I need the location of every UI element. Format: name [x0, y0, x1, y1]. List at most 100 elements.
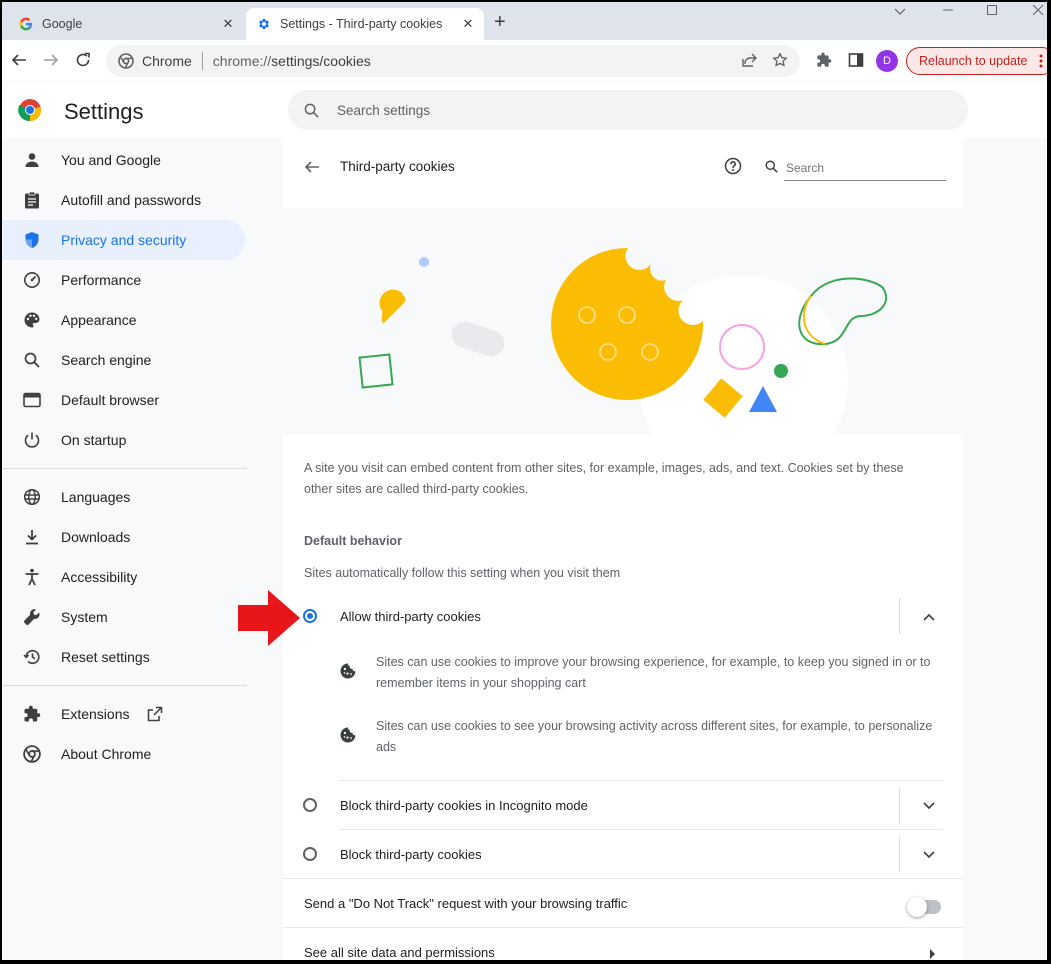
sidebar-item-appearance[interactable]: Appearance [2, 300, 248, 340]
relaunch-to-update-button[interactable]: Relaunch to update [906, 47, 1047, 75]
sidebar-item-label: You and Google [61, 152, 161, 168]
cookie-icon [339, 726, 357, 751]
subpage-search-input[interactable] [784, 156, 946, 181]
chevron-down-icon[interactable] [923, 798, 935, 813]
option-allow-third-party-cookies[interactable]: Allow third-party cookies [283, 592, 963, 640]
close-tab-icon[interactable]: ✕ [218, 16, 238, 32]
back-arrow-icon[interactable] [304, 159, 320, 180]
chrome-logo-icon [18, 98, 42, 127]
sidebar-item-label: System [61, 609, 108, 625]
subpage-title: Third-party cookies [340, 159, 455, 174]
sidebar-item-label: Extensions [61, 706, 130, 722]
site-chip[interactable]: Chrome [118, 53, 192, 69]
back-arrow-icon[interactable] [9, 50, 29, 70]
option-label: Block third-party cookies in Incognito m… [340, 797, 588, 813]
settings-header: Settings [2, 82, 1047, 138]
minimize-icon[interactable] [942, 4, 954, 19]
option-label: Block third-party cookies [340, 846, 482, 862]
do-not-track-label: Send a "Do Not Track" request with your … [304, 895, 628, 911]
option-label: Allow third-party cookies [340, 608, 481, 624]
sidebar-item-system[interactable]: System [2, 597, 248, 637]
sidebar-item-autofill[interactable]: Autofill and passwords [2, 180, 248, 220]
sidebar-item-accessibility[interactable]: Accessibility [2, 557, 248, 597]
new-tab-icon[interactable]: + [494, 11, 506, 34]
radio-allow[interactable] [303, 609, 317, 623]
sidebar-item-label: Default browser [61, 392, 160, 408]
close-tab-icon[interactable]: ✕ [458, 16, 478, 32]
sidebar-item-about-chrome[interactable]: About Chrome [2, 734, 248, 774]
subpage-header: Third-party cookies [283, 138, 963, 194]
more-vert-icon [1039, 54, 1043, 71]
url-path: settings/cookies [271, 53, 371, 69]
share-icon[interactable] [742, 52, 758, 71]
sidebar-divider [2, 685, 247, 686]
window-menu-chevron-icon[interactable] [894, 4, 906, 19]
history-icon [22, 647, 42, 667]
settings-search-input[interactable] [335, 101, 939, 119]
tab-google[interactable]: Google ✕ [8, 8, 244, 40]
radio-block-incognito[interactable] [303, 798, 317, 812]
sidebar-item-label: Autofill and passwords [61, 192, 202, 208]
sidebar-item-privacy-and-security[interactable]: Privacy and security [2, 220, 245, 260]
sidebar-item-you-and-google[interactable]: You and Google [2, 140, 248, 180]
shield-icon [22, 230, 42, 250]
sidebar-item-label: Performance [61, 272, 142, 288]
puzzle-icon [22, 704, 42, 724]
open-in-new-icon [147, 706, 163, 722]
option-block-incognito[interactable]: Block third-party cookies in Incognito m… [283, 781, 963, 829]
radio-block-all[interactable] [303, 847, 317, 861]
site-chip-label: Chrome [142, 53, 192, 69]
sidebar-item-search-engine[interactable]: Search engine [2, 340, 248, 380]
tab-title: Settings - Third-party cookies [280, 17, 443, 31]
cookie-icon [339, 662, 357, 687]
browser-icon [22, 390, 42, 410]
accessibility-icon [22, 567, 42, 587]
chevron-down-icon[interactable] [923, 847, 935, 862]
sidebar-item-label: Languages [61, 489, 131, 505]
settings-sidebar: You and Google Autofill and passwords Pr… [2, 140, 248, 774]
omnibox-divider [201, 52, 203, 70]
settings-search-bar[interactable] [288, 90, 968, 130]
arrow-right-icon [930, 947, 936, 960]
sidebar-item-languages[interactable]: Languages [2, 477, 248, 517]
sidebar-item-on-startup[interactable]: On startup [2, 420, 248, 460]
sidebar-item-extensions[interactable]: Extensions [2, 694, 248, 734]
bookmark-star-icon[interactable] [772, 52, 788, 71]
person-icon [22, 150, 42, 170]
sidebar-item-performance[interactable]: Performance [2, 260, 248, 300]
option-divider [899, 836, 900, 872]
close-window-icon[interactable] [1032, 4, 1044, 19]
tab-settings[interactable]: Settings - Third-party cookies ✕ [246, 8, 484, 40]
annotation-arrow-icon [238, 590, 300, 651]
forward-arrow-icon[interactable] [41, 50, 61, 70]
gauge-icon [22, 270, 42, 290]
address-bar[interactable]: Chrome chrome://settings/cookies [106, 45, 800, 77]
detail-text: Sites can use cookies to improve your br… [376, 655, 931, 690]
gear-icon [256, 16, 272, 32]
browser-window: Google ✕ Settings - Third-party cookies … [2, 2, 1047, 960]
browser-toolbar: Chrome chrome://settings/cookies D Relau… [2, 40, 1047, 83]
reload-icon[interactable] [73, 50, 93, 70]
maximize-icon[interactable] [986, 4, 998, 19]
chevron-up-icon[interactable] [923, 609, 935, 624]
help-icon[interactable] [724, 157, 742, 180]
url-scheme: chrome:// [212, 53, 272, 69]
sidebar-item-default-browser[interactable]: Default browser [2, 380, 248, 420]
third-party-cookies-card: Third-party cookies Search A site you vi… [283, 138, 963, 960]
tab-title: Google [42, 17, 83, 31]
do-not-track-row[interactable]: Send a "Do Not Track" request with your … [283, 879, 963, 927]
google-favicon-icon [18, 16, 34, 32]
option-block-third-party-cookies[interactable]: Block third-party cookies [283, 830, 963, 878]
sidebar-item-reset-settings[interactable]: Reset settings [2, 637, 248, 677]
extensions-puzzle-icon[interactable] [816, 52, 832, 73]
side-panel-icon[interactable] [848, 52, 864, 73]
allow-detail-2: Sites can use cookies to see your browsi… [339, 716, 949, 760]
allow-detail-1: Sites can use cookies to improve your br… [339, 652, 949, 696]
profile-avatar[interactable]: D [876, 50, 898, 72]
relaunch-label: Relaunch to update [919, 54, 1028, 68]
do-not-track-toggle[interactable] [907, 897, 941, 917]
sidebar-item-downloads[interactable]: Downloads [2, 517, 248, 557]
url-text[interactable]: chrome://settings/cookies [213, 53, 371, 69]
see-all-site-data-row[interactable]: See all site data and permissions [283, 928, 963, 960]
download-icon [22, 527, 42, 547]
